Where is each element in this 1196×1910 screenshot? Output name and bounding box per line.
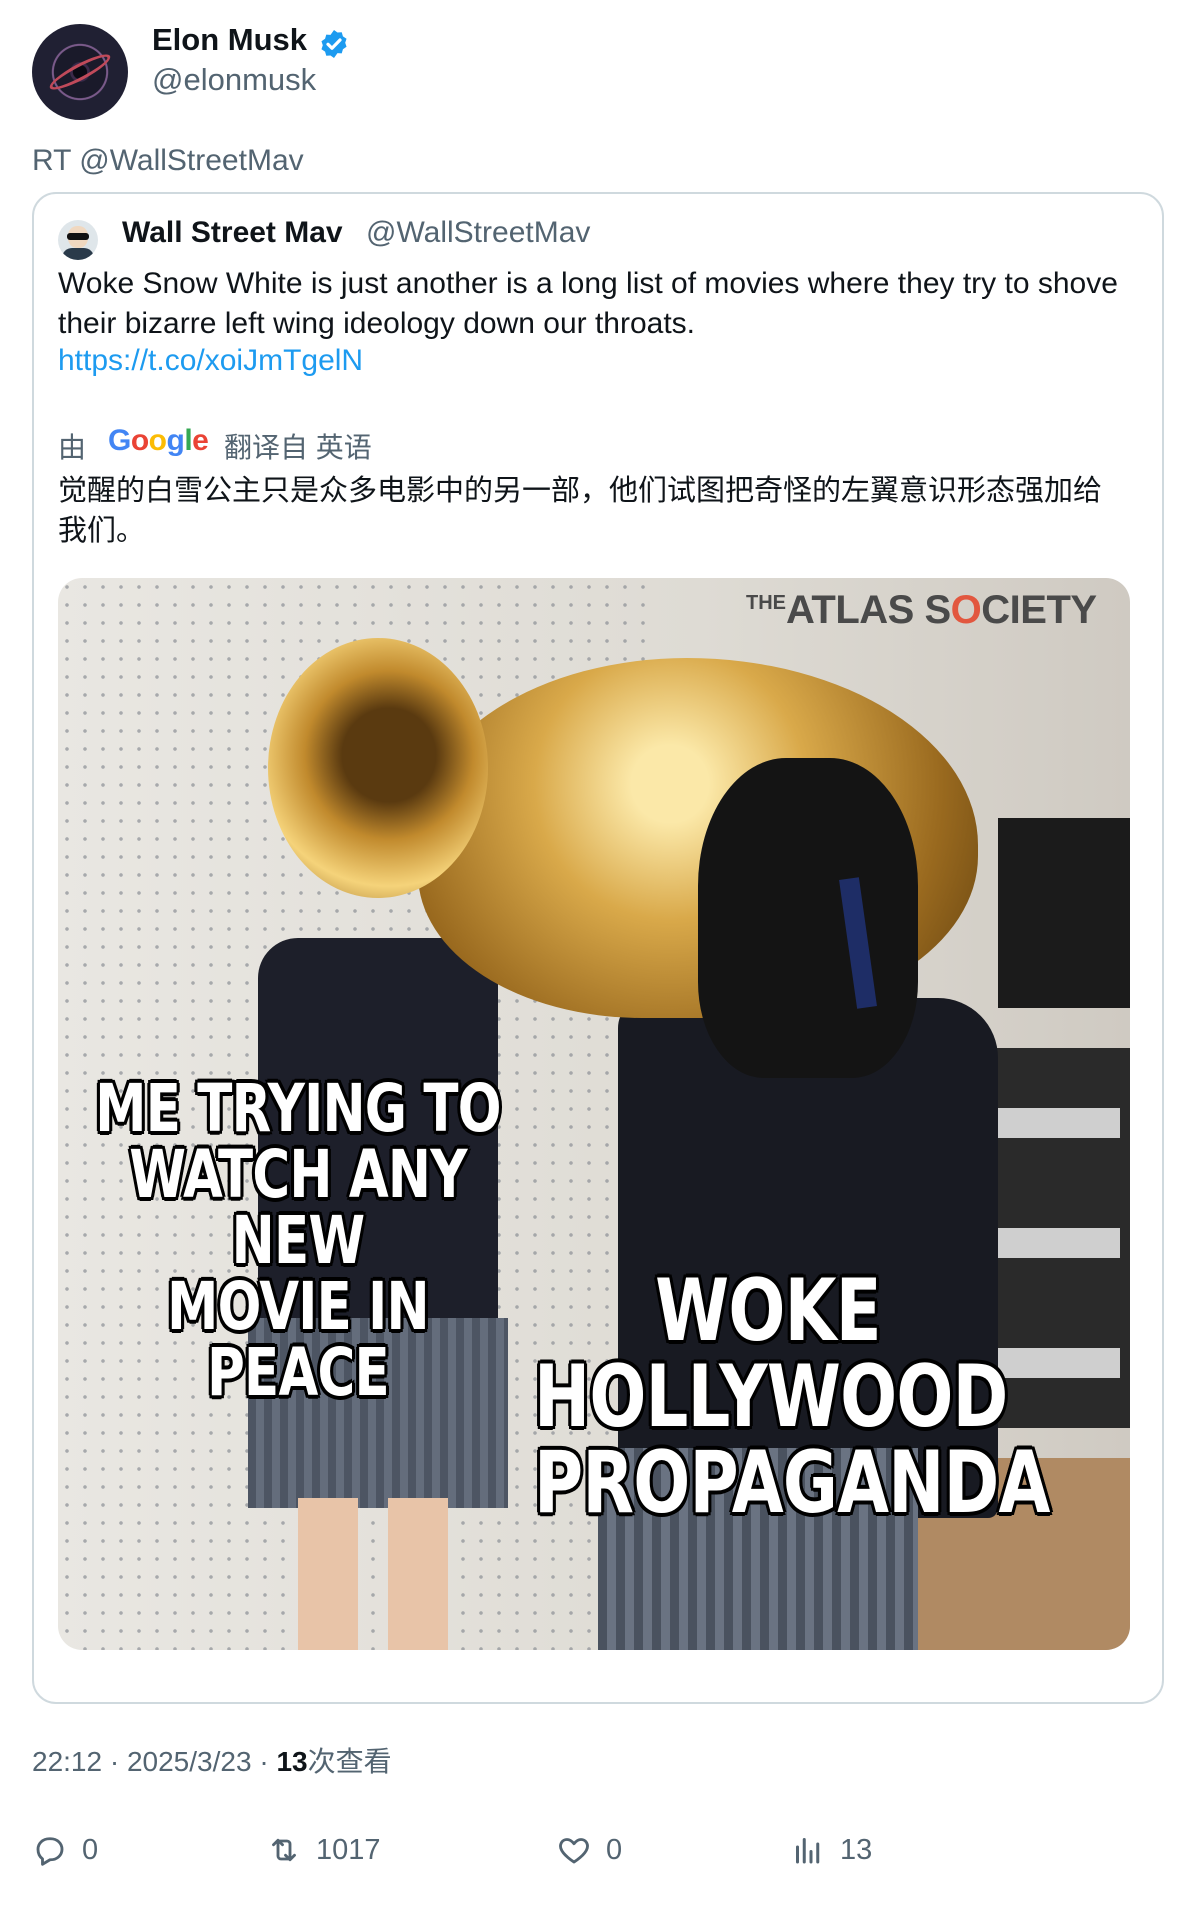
- google-logo: Google: [108, 424, 209, 457]
- retweet-count: 1017: [316, 1833, 381, 1866]
- meme-image[interactable]: THEATLAS SOCIETY ME TRYING TO WATCH ANY …: [58, 578, 1130, 1650]
- quoted-author-avatar[interactable]: [58, 220, 98, 260]
- retweet-label: RT @WallStreetMav: [32, 144, 304, 177]
- author-avatar[interactable]: [32, 24, 128, 120]
- atlas-society-watermark: THEATLAS SOCIETY: [746, 588, 1097, 632]
- like-count: 0: [606, 1833, 623, 1866]
- retweet-button[interactable]: 1017: [266, 1830, 381, 1870]
- heart-icon: [559, 1838, 589, 1864]
- quoted-tweet-link[interactable]: https://t.co/xoiJmTgelN: [58, 344, 363, 378]
- translation-source-label: 翻译自 英语: [224, 432, 372, 463]
- tweet-meta: 22:12 · 2025/3/23 · 13次查看: [32, 1746, 392, 1777]
- meme-caption-right: WOKE HOLLYWOOD PROPAGANDA: [534, 1261, 1050, 1533]
- quoted-tweet-text: Woke Snow White is just another is a lon…: [58, 267, 1118, 340]
- views-label: 次查看: [307, 1746, 392, 1777]
- reply-button[interactable]: 0: [32, 1830, 98, 1870]
- quoted-author-name[interactable]: Wall Street Mav: [122, 216, 343, 250]
- tweet-time[interactable]: 22:12: [32, 1746, 102, 1777]
- retweet-icon: [272, 1838, 296, 1862]
- quoted-author-handle[interactable]: @WallStreetMav: [366, 216, 590, 250]
- views-icon: [796, 1838, 820, 1864]
- meme-caption-left: ME TRYING TO WATCH ANY NEW MOVIE IN PEAC…: [95, 1070, 501, 1411]
- tweet-date[interactable]: 2025/3/23: [127, 1746, 252, 1777]
- verified-badge-icon: [321, 30, 347, 58]
- views-button[interactable]: 13: [790, 1830, 872, 1870]
- translation-by-label: 由: [58, 432, 87, 463]
- reply-count: 0: [82, 1833, 99, 1866]
- like-button[interactable]: 0: [556, 1830, 622, 1870]
- views-count: 13: [276, 1746, 308, 1777]
- author-name[interactable]: Elon Musk: [152, 22, 307, 58]
- views-count-action: 13: [840, 1833, 873, 1866]
- translated-text: 觉醒的白雪公主只是众多电影中的另一部，他们试图把奇怪的左翼意识形态强加给我们。: [58, 473, 1103, 547]
- reply-icon: [36, 1837, 64, 1866]
- author-handle[interactable]: @elonmusk: [152, 62, 316, 98]
